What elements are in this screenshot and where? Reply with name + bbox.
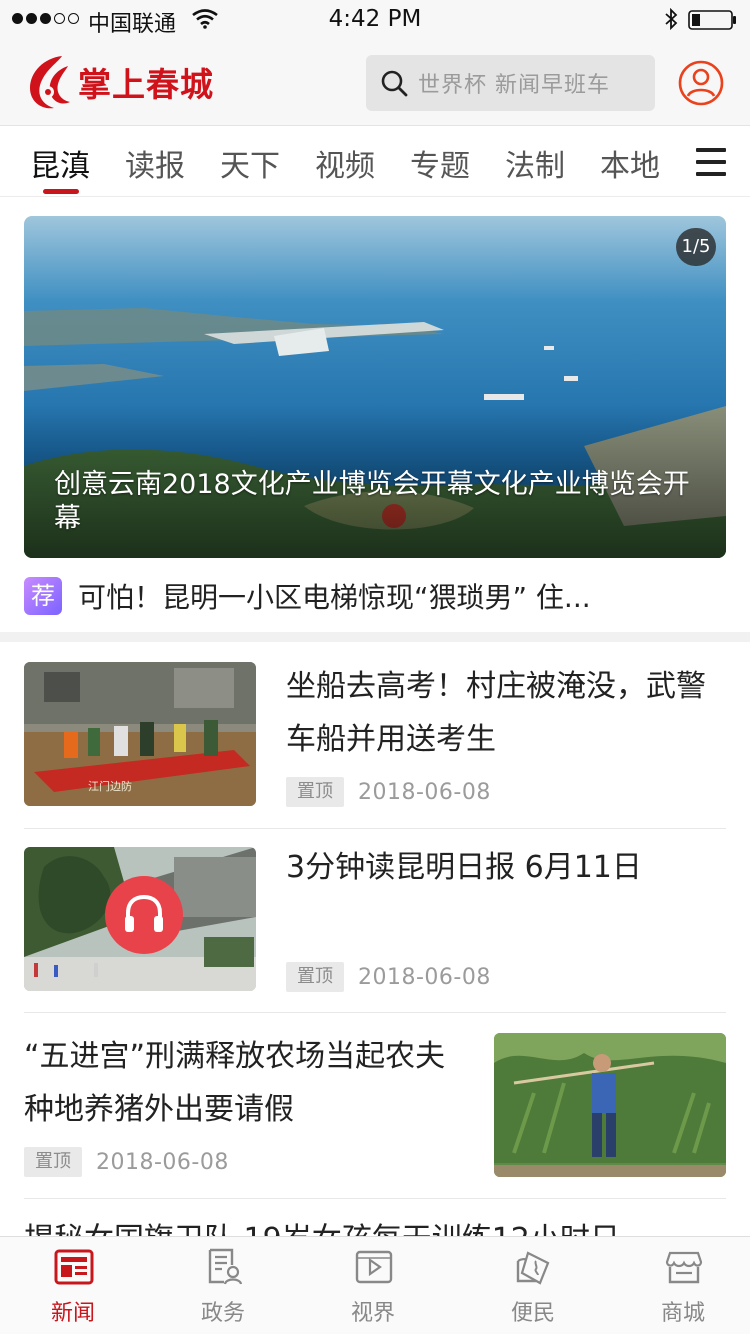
list-divider [24, 1012, 726, 1013]
nav-label: 视界 [350, 1301, 395, 1326]
menu-icon[interactable] [696, 148, 726, 176]
user-profile-icon[interactable] [678, 60, 724, 106]
featured-banner[interactable]: 1/5 创意云南2018文化产业博览会开幕文化产业博览会开幕 [24, 216, 726, 558]
government-icon [208, 1248, 243, 1285]
pinned-badge: 置顶 [24, 1147, 82, 1177]
pinned-badge: 置顶 [286, 777, 344, 807]
list-divider [24, 828, 726, 829]
app-header: 掌上春城 世界杯 新闻早班车 [0, 40, 750, 126]
tab-law[interactable]: 法制 [505, 141, 565, 185]
news-title: 坐船去高考！村庄被淹没，武警车船并用送考生 [286, 669, 706, 757]
news-icon [54, 1249, 94, 1285]
news-meta: 置顶 2018-06-08 [24, 1147, 229, 1177]
banner-caption: 创意云南2018文化产业博览会开幕文化产业博览会开幕 [54, 469, 690, 534]
search-box[interactable]: 世界杯 新闻早班车 [366, 55, 655, 111]
video-icon [355, 1250, 393, 1284]
svg-text:江门边防: 江门边防 [88, 779, 132, 793]
tab-dubao[interactable]: 读报 [125, 141, 185, 185]
nav-label: 新闻 [50, 1301, 95, 1326]
bluetooth-icon [665, 8, 678, 30]
news-date: 2018-06-08 [358, 779, 491, 805]
news-meta: 置顶 2018-06-08 [286, 962, 491, 992]
active-tab-indicator [43, 189, 79, 194]
recommend-badge: 荐 [24, 577, 62, 615]
nav-label: 政务 [200, 1301, 245, 1326]
bottom-tab-bar: 新闻 政务 视界 便民 商城 [0, 1236, 750, 1334]
nav-label: 便民 [510, 1301, 555, 1326]
ticker-headline: 可怕！昆明一小区电梯惊现“猥琐男” 住... [78, 581, 591, 614]
news-item-3[interactable]: “五进宫”刑满释放农场当起农夫 种地养猪外出要请假 置顶 2018-06-08 [24, 1032, 726, 1178]
flood-boat-photo: 江门边防 [24, 662, 256, 806]
headphones-icon [125, 894, 163, 932]
status-bar: 中国联通 4:42 PM [0, 0, 750, 40]
nav-service[interactable]: 便民 [458, 1237, 608, 1334]
news-item-2[interactable]: 3分钟读昆明日报 6月11日 置顶 2018-06-08 [24, 847, 726, 993]
nav-government[interactable]: 政务 [148, 1237, 298, 1334]
clock: 4:42 PM [328, 6, 422, 32]
nav-store[interactable]: 商城 [608, 1237, 750, 1334]
news-date: 2018-06-08 [96, 1149, 229, 1175]
news-date: 2018-06-08 [358, 964, 491, 990]
search-placeholder: 世界杯 新闻早班车 [418, 73, 610, 98]
store-icon [665, 1251, 703, 1284]
tab-tianxia[interactable]: 天下 [220, 141, 280, 185]
news-title: “五进宫”刑满释放农场当起农夫 种地养猪外出要请假 [24, 1039, 446, 1127]
nav-video[interactable]: 视界 [298, 1237, 448, 1334]
battery-icon [688, 10, 736, 30]
section-divider [0, 632, 750, 642]
list-divider [24, 1198, 726, 1199]
nav-label: 商城 [660, 1301, 705, 1326]
pinned-badge: 置顶 [286, 962, 344, 992]
logo-flame-icon [30, 56, 70, 109]
service-icon [516, 1251, 550, 1285]
tab-kundian[interactable]: 昆滇 [30, 141, 90, 185]
news-meta: 置顶 2018-06-08 [286, 777, 491, 807]
audio-play-icon[interactable] [105, 876, 183, 954]
tab-special[interactable]: 专题 [410, 141, 470, 185]
banner-page-counter: 1/5 [676, 228, 716, 266]
farmer-photo [494, 1033, 726, 1177]
news-title: 3分钟读昆明日报 6月11日 [286, 850, 642, 885]
app-name: 掌上春城 [78, 65, 214, 104]
recommended-ticker[interactable]: 荐 可怕！昆明一小区电梯惊现“猥琐男” 住... [24, 572, 726, 620]
app-logo[interactable]: 掌上春城 [22, 50, 222, 114]
tab-local[interactable]: 本地 [600, 141, 660, 185]
nav-news[interactable]: 新闻 [0, 1237, 148, 1334]
tab-video[interactable]: 视频 [315, 141, 375, 185]
channel-tabs: 昆滇 读报 天下 视频 专题 法制 本地 [0, 127, 750, 197]
search-icon [381, 70, 408, 97]
news-item-1[interactable]: 江门边防 坐船去高考！村庄被淹没，武警车船并用送考生 置顶 2018-06-08 [24, 662, 726, 808]
